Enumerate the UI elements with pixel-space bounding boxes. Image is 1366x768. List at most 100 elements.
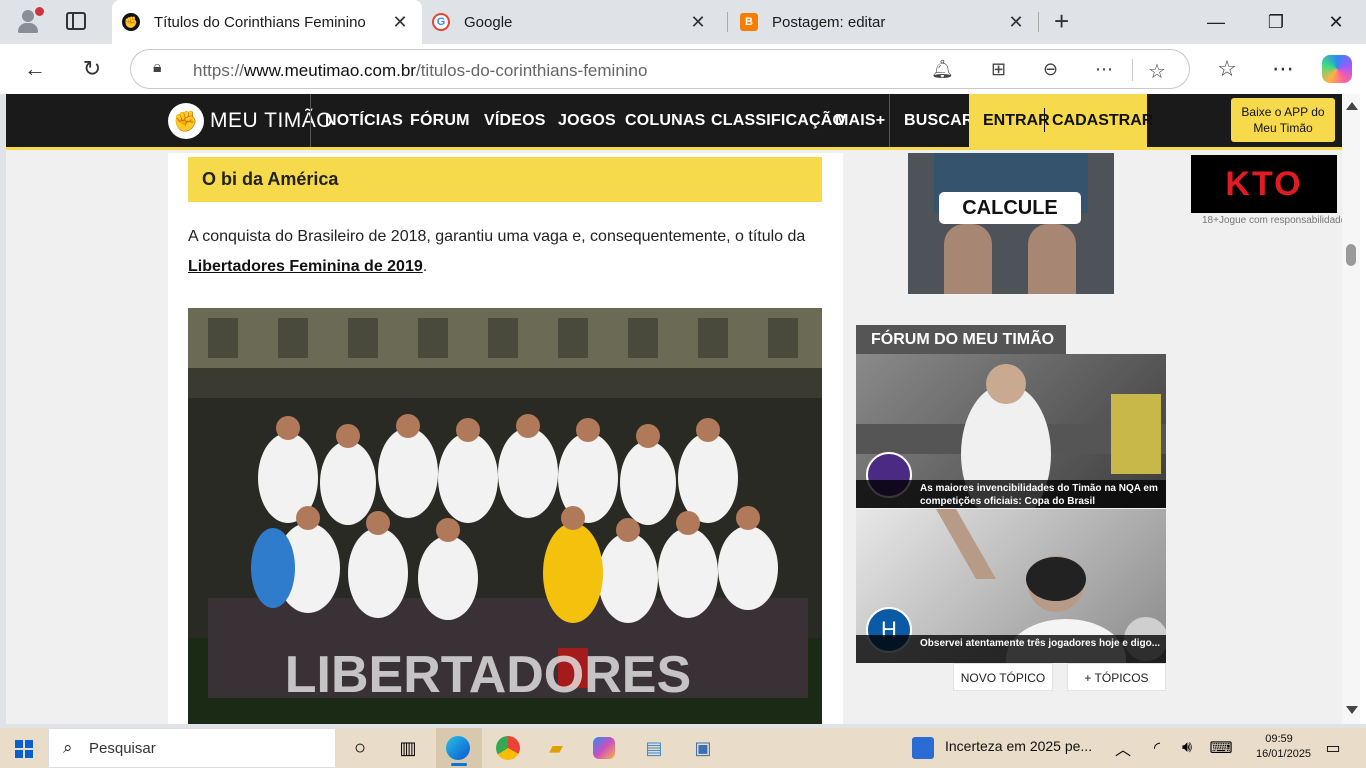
browser-toolbar: ← ↻ 🔒︎ https://www.meutimao.com.br/titul… (0, 44, 1366, 94)
tab-blogger[interactable]: B Postagem: editar ✕ (738, 0, 1038, 44)
clock-date: 16/01/2025 (1256, 748, 1312, 760)
tab-google[interactable]: G Google ✕ (430, 0, 720, 44)
ad-leg (944, 224, 992, 294)
taskbar-search[interactable]: ⌕ Pesquisar (48, 728, 336, 768)
copilot-icon[interactable] (1322, 55, 1352, 83)
nav-mais[interactable]: MAIS+ (835, 94, 885, 147)
lock-icon[interactable]: 🔒︎ (153, 59, 162, 77)
taskbar-clock[interactable]: 09:59 16/01/2025 (1256, 732, 1312, 762)
forum-post-caption[interactable]: As maiores invencibilidades do Timão na … (856, 480, 1166, 508)
close-tab-icon[interactable]: ✕ (688, 12, 708, 33)
new-tab-icon[interactable]: + (1054, 8, 1069, 34)
site-navbar: ✊ MEU TIMÃO NOTÍCIAS FÓRUM VÍDEOS JOGOS … (6, 94, 1342, 150)
tab-divider (1038, 12, 1039, 32)
nav-jogos[interactable]: JOGOS (558, 94, 616, 147)
close-tab-icon[interactable]: ✕ (1006, 12, 1026, 33)
photos-app-icon[interactable]: ▣ (690, 735, 716, 761)
wifi-icon[interactable]: ◜ (1144, 735, 1170, 761)
nav-forum[interactable]: FÓRUM (410, 94, 470, 147)
scroll-down-icon[interactable] (1346, 706, 1358, 714)
browser-tabstrip: ✊ Títulos do Corinthians Feminino ✕ G Go… (0, 0, 1366, 44)
tab-title: Google (464, 13, 513, 31)
app-available-icon[interactable]: ⊞ (991, 59, 1006, 80)
url-text[interactable]: https://www.meutimao.com.br/titulos-do-c… (193, 61, 647, 81)
tab-title: Títulos do Corinthians Feminino (154, 13, 366, 31)
restore-icon[interactable]: ❐ (1246, 0, 1306, 44)
search-icon: ⌕ (63, 738, 73, 757)
close-window-icon[interactable]: ✕ (1306, 0, 1366, 44)
calcule-ad[interactable]: CALCULE (908, 153, 1114, 294)
svg-text:LIBERTADORES: LIBERTADORES (285, 646, 691, 704)
nav-noticias[interactable]: NOTÍCIAS (325, 94, 403, 147)
notification-bell-icon[interactable]: 🔔︎ (931, 59, 954, 80)
login-register-box: ENTRAR CADASTRAR (969, 94, 1153, 147)
download-app-button[interactable]: Baixe o APP do Meu Timão (1231, 98, 1335, 142)
page-viewport: ✊ MEU TIMÃO NOTÍCIAS FÓRUM VÍDEOS JOGOS … (6, 94, 1342, 724)
news-widget-text[interactable]: Incerteza em 2025 pe... (945, 738, 1092, 754)
kto-disclaimer: 18+Jogue com responsabilidade (1202, 215, 1342, 226)
search-placeholder: Pesquisar (89, 740, 156, 757)
register-link[interactable]: CADASTRAR (1052, 94, 1153, 147)
notification-center-icon[interactable]: ▭ (1320, 735, 1346, 761)
site-logo[interactable]: ✊ MEU TIMÃO (168, 103, 333, 139)
meutimao-favicon-icon: ✊ (122, 13, 140, 31)
zoom-icon[interactable]: ⊖ (1043, 59, 1058, 80)
more-tools-icon[interactable]: ⋯ (1095, 59, 1113, 80)
nav-classificacao[interactable]: CLASSIFICAÇÃO (711, 94, 845, 147)
new-topic-button[interactable]: NOVO TÓPICO (953, 663, 1053, 691)
address-bar[interactable]: 🔒︎ https://www.meutimao.com.br/titulos-d… (130, 49, 1190, 89)
edge-browser-icon[interactable] (446, 736, 470, 760)
login-link[interactable]: ENTRAR (983, 94, 1050, 147)
forum-post-card[interactable]: H Observei atentamente três jogadores ho… (856, 509, 1166, 663)
chevron-up-icon[interactable]: ︿ (1110, 735, 1136, 761)
ad-leg (1028, 224, 1076, 294)
favorites-icon[interactable]: ☆ (1214, 56, 1240, 82)
kto-ad-logo[interactable]: KTO (1191, 155, 1337, 213)
file-explorer-icon[interactable]: ▰ (543, 735, 569, 761)
tab-title: Postagem: editar (772, 13, 886, 31)
scroll-thumb[interactable] (1346, 244, 1356, 266)
forum-post-caption[interactable]: Observei atentamente três jogadores hoje… (856, 635, 1166, 663)
divider (1132, 59, 1133, 81)
windows-start-icon[interactable] (15, 740, 33, 758)
close-tab-icon[interactable]: ✕ (390, 12, 410, 33)
logo-text: MEU TIMÃO (210, 109, 334, 132)
google-favicon-icon: G (432, 13, 450, 31)
nav-buscar[interactable]: BUSCAR (904, 94, 974, 147)
nav-videos[interactable]: VÍDEOS (484, 94, 546, 147)
section-heading: O bi da América (188, 157, 822, 202)
cortana-icon[interactable]: ○ (347, 735, 373, 761)
forum-section-title: FÓRUM DO MEU TIMÃO (856, 325, 1066, 354)
task-view-icon[interactable]: ▥ (395, 735, 421, 761)
window-edge (1360, 94, 1366, 724)
scroll-up-icon[interactable] (1346, 102, 1358, 110)
nav-divider (310, 94, 311, 147)
favorite-star-icon[interactable]: ☆ (1148, 59, 1166, 84)
more-topics-button[interactable]: + TÓPICOS (1067, 663, 1166, 691)
calcule-button[interactable]: CALCULE (939, 192, 1081, 224)
blogger-favicon-icon: B (740, 13, 758, 31)
notes-app-icon[interactable]: ▤ (641, 735, 667, 761)
tab-meutimao[interactable]: ✊ Títulos do Corinthians Feminino ✕ (112, 0, 422, 44)
clock-time: 09:59 (1265, 733, 1293, 745)
page-scrollbar[interactable] (1342, 94, 1360, 724)
article-paragraph: A conquista do Brasileiro de 2018, garan… (188, 228, 806, 275)
fist-logo-icon: ✊ (168, 103, 204, 139)
nav-divider (889, 94, 890, 147)
team-celebration-photo: LIBERTADORES (188, 308, 822, 724)
news-widget-icon[interactable] (912, 737, 934, 759)
copilot-app-icon[interactable] (593, 737, 615, 759)
forum-post-card[interactable]: As maiores invencibilidades do Timão na … (856, 354, 1166, 508)
nav-colunas[interactable]: COLUNAS (625, 94, 706, 147)
tab-actions-icon[interactable] (66, 12, 86, 30)
minimize-icon[interactable]: — (1186, 0, 1246, 44)
keyboard-icon[interactable]: ⌨ (1208, 735, 1234, 761)
back-icon[interactable]: ← (22, 56, 48, 82)
settings-more-icon[interactable]: ⋯ (1270, 56, 1296, 82)
volume-icon[interactable]: 🔊︎ (1174, 735, 1200, 761)
profile-icon[interactable] (13, 6, 45, 38)
refresh-icon[interactable]: ↻ (79, 56, 105, 82)
libertadores-link[interactable]: Libertadores Feminina de 2019 (188, 258, 423, 275)
chrome-icon[interactable] (496, 736, 520, 760)
photo-illustration: LIBERTADORES (188, 308, 822, 724)
